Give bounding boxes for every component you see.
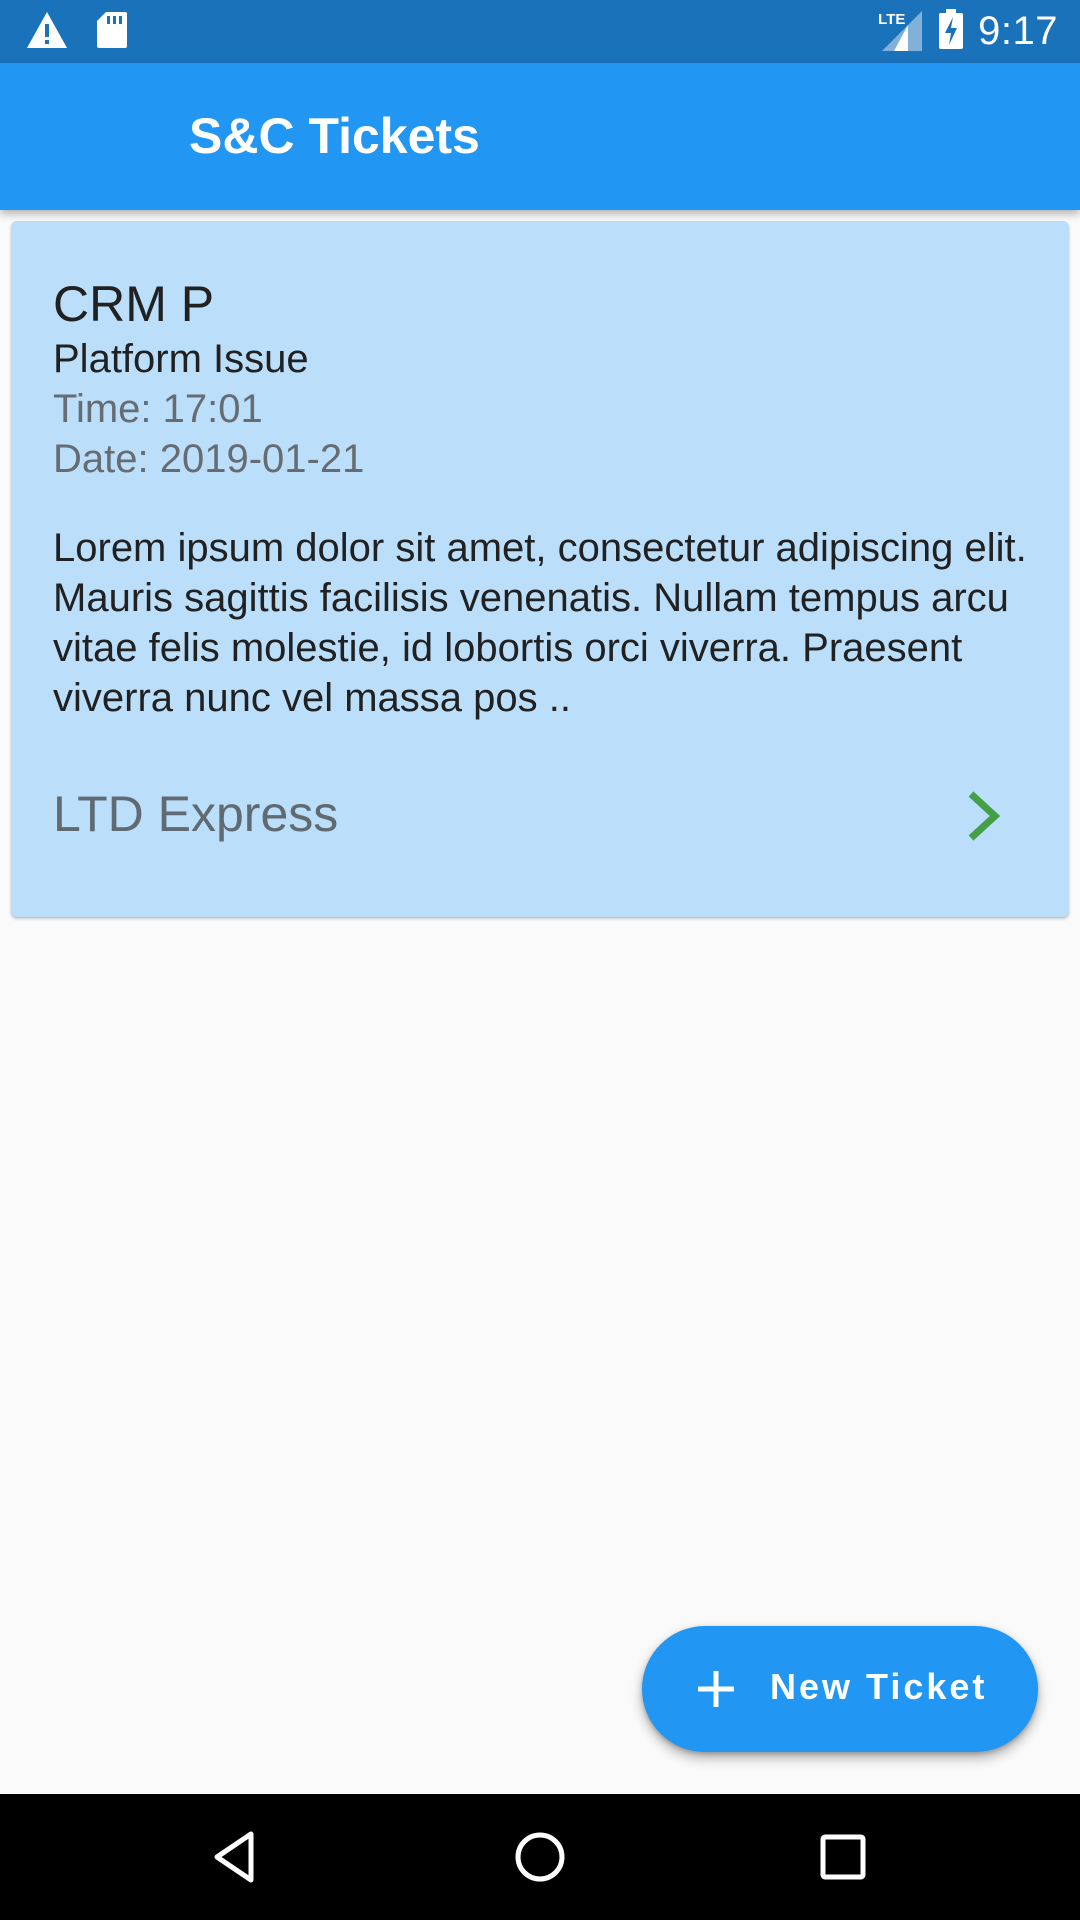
chevron-right-icon[interactable]: [959, 788, 1009, 844]
new-ticket-button[interactable]: New Ticket: [642, 1626, 1038, 1752]
recents-icon[interactable]: [810, 1824, 876, 1890]
lte-signal-icon: LTE: [878, 9, 924, 53]
screen: LTE 9:17 S&C Tickets CRM P Platform Issu…: [0, 0, 1080, 1920]
warning-icon: [26, 11, 68, 54]
app-title: S&C Tickets: [189, 108, 480, 164]
sd-card-icon: [96, 11, 128, 54]
ticket-company: LTD Express: [53, 786, 339, 842]
ticket-category: Platform Issue: [53, 337, 309, 381]
app-bar: S&C Tickets: [0, 63, 1080, 210]
battery-charging-icon: [938, 8, 964, 55]
ticket-description: Lorem ipsum dolor sit amet, consectetur …: [53, 526, 1027, 720]
home-icon[interactable]: [507, 1824, 573, 1890]
lte-label: LTE: [878, 11, 906, 28]
plus-icon: [696, 1669, 736, 1709]
back-icon[interactable]: [203, 1824, 269, 1890]
ticket-title: CRM P: [53, 276, 215, 332]
status-right-icons: LTE 9:17: [878, 8, 1058, 54]
ticket-time: Time: 17:01: [53, 387, 263, 431]
status-left-icons: [26, 10, 128, 54]
status-time: 9:17: [978, 8, 1058, 53]
status-bar: LTE 9:17: [0, 0, 1080, 63]
ticket-date: Date: 2019-01-21: [53, 437, 365, 481]
ticket-card[interactable]: CRM P Platform Issue Time: 17:01 Date: 2…: [11, 221, 1069, 917]
navigation-bar: [0, 1794, 1080, 1920]
new-ticket-label: New Ticket: [770, 1666, 988, 1707]
